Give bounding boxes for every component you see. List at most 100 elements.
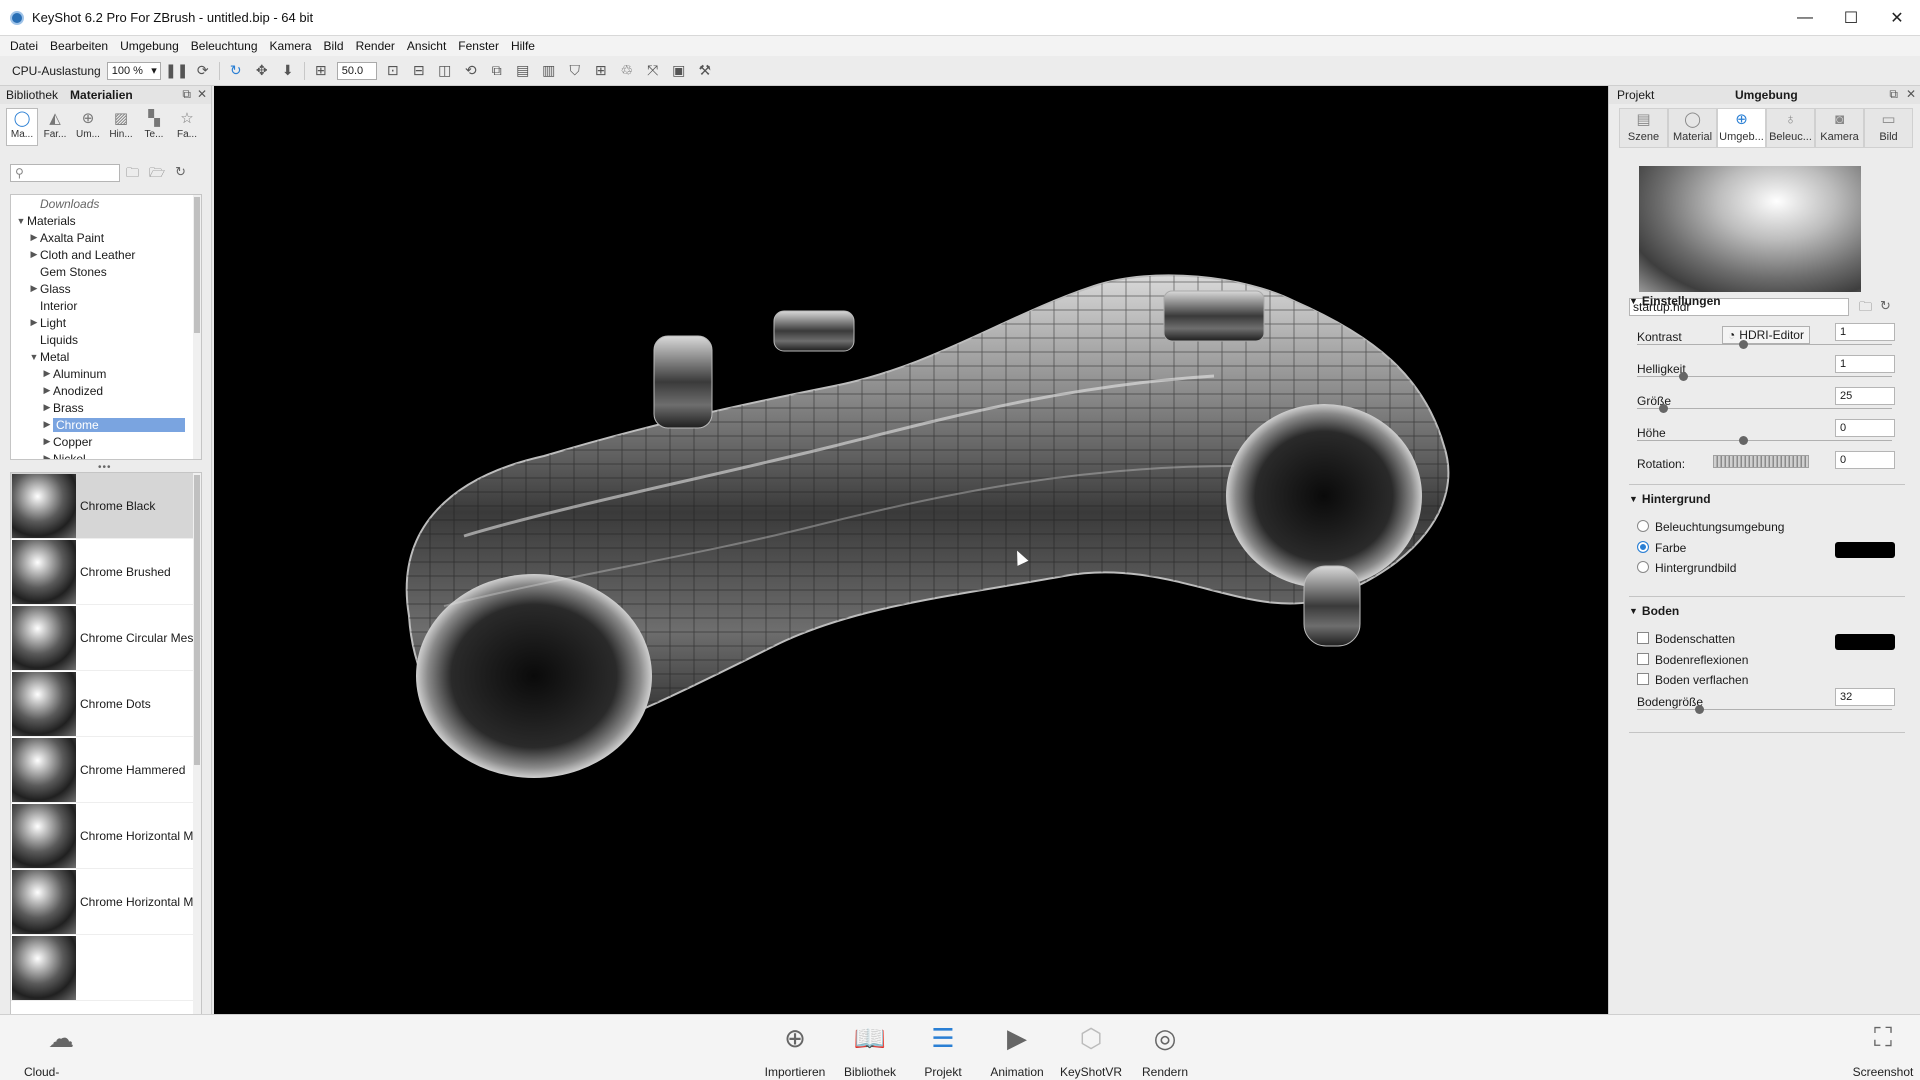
tab-beleuchtung[interactable]: ♁ Beleuc...	[1766, 108, 1815, 148]
boden-verflachen-checkbox[interactable]	[1637, 673, 1649, 685]
pause-icon[interactable]: ❚❚	[165, 61, 188, 81]
radio-farbe[interactable]	[1637, 541, 1649, 553]
hoehe-slider[interactable]	[1637, 440, 1892, 441]
material-item[interactable]: Chrome Horizontal Me	[11, 803, 201, 869]
tree-item[interactable]: ▶ Aluminum	[11, 365, 201, 382]
bodenschatten-checkbox[interactable]	[1637, 632, 1649, 644]
zoom-region-icon[interactable]: ⊡	[383, 61, 403, 81]
helligkeit-input[interactable]: 1	[1835, 355, 1895, 373]
loop-icon[interactable]: ♲	[617, 61, 637, 81]
tree-item[interactable]: ▶ Chrome	[11, 416, 201, 433]
groesse-slider[interactable]	[1637, 408, 1892, 409]
remove-folder-icon[interactable]: 🗁	[149, 164, 165, 186]
reset-icon[interactable]: ↻	[1880, 298, 1891, 320]
menu-fenster[interactable]: Fenster	[452, 39, 505, 53]
console-icon[interactable]: ▣	[669, 61, 689, 81]
tree-scrollbar[interactable]	[193, 195, 201, 459]
tab-material[interactable]: ◯ Material	[1668, 108, 1717, 148]
performance-mode-icon[interactable]: ⟳	[193, 61, 213, 81]
helligkeit-slider-knob[interactable]	[1679, 372, 1688, 381]
undock-icon[interactable]: ⧉	[1889, 87, 1898, 102]
project-button[interactable]: ☰ Projekt	[906, 1021, 980, 1080]
menu-hilfe[interactable]: Hilfe	[505, 39, 541, 53]
material-item[interactable]: Chrome Black	[11, 473, 201, 539]
collapsed-arrow-icon[interactable]: ▶	[41, 419, 53, 430]
bodengroesse-slider[interactable]	[1637, 709, 1892, 710]
kontrast-slider-knob[interactable]	[1739, 340, 1748, 349]
screenshot-button[interactable]: ⛶ Screenshot	[1846, 1021, 1920, 1079]
shield-icon[interactable]: ⛉	[565, 61, 585, 81]
expanded-arrow-icon[interactable]: ▼	[28, 352, 40, 362]
bodengroesse-input[interactable]: 32	[1835, 688, 1895, 706]
collapsed-arrow-icon[interactable]: ▶	[41, 453, 53, 459]
minimize-button[interactable]: —	[1782, 0, 1828, 36]
import-button[interactable]: ⊕ Importieren	[758, 1021, 832, 1080]
material-list-scrollbar[interactable]	[193, 473, 201, 1061]
copy-icon[interactable]: ⧉	[487, 61, 507, 81]
undock-icon[interactable]: ⧉	[182, 87, 191, 102]
move-down-icon[interactable]: ⬇	[278, 61, 298, 81]
cpu-usage-select[interactable]: 100 % ▾	[106, 61, 161, 80]
groesse-input[interactable]: 25	[1835, 387, 1895, 405]
material-item[interactable]: Chrome Hammered	[11, 737, 201, 803]
menu-datei[interactable]: Datei	[4, 39, 44, 53]
close-panel-icon[interactable]: ✕	[197, 87, 207, 102]
menu-beleuchtung[interactable]: Beleuchtung	[185, 39, 264, 53]
tab-bild[interactable]: ▭ Bild	[1864, 108, 1913, 148]
tree-item[interactable]: ▶ Glass	[11, 280, 201, 297]
tree-item[interactable]: ▶ Copper	[11, 433, 201, 450]
close-panel-icon[interactable]: ✕	[1906, 87, 1916, 102]
material-item[interactable]: Chrome Circular Mesh	[11, 605, 201, 671]
groesse-slider-knob[interactable]	[1659, 404, 1668, 413]
menu-umgebung[interactable]: Umgebung	[114, 39, 185, 53]
rotate-icon[interactable]: ⟲	[461, 61, 481, 81]
collapsed-arrow-icon[interactable]: ▶	[28, 317, 40, 328]
material-item[interactable]: Chrome Brushed	[11, 539, 201, 605]
hdri-editor-button[interactable]: ◔ HDRI-Editor	[1722, 326, 1810, 344]
background-color-swatch[interactable]	[1835, 542, 1895, 558]
kontrast-input[interactable]: 1	[1835, 323, 1895, 341]
menu-bearbeiten[interactable]: Bearbeiten	[44, 39, 114, 53]
library-search-input[interactable]: ⚲	[10, 164, 120, 182]
material-item[interactable]: Chrome Dots	[11, 671, 201, 737]
collapsed-arrow-icon[interactable]: ▶	[28, 283, 40, 294]
menu-bild[interactable]: Bild	[318, 39, 350, 53]
collapsed-arrow-icon[interactable]: ▶	[41, 385, 53, 396]
menu-kamera[interactable]: Kamera	[264, 39, 318, 53]
material-item[interactable]	[11, 935, 201, 1001]
refresh-library-icon[interactable]: ↻	[175, 164, 186, 186]
kontrast-slider[interactable]	[1637, 344, 1892, 345]
layers-arrow-icon[interactable]: ▥	[539, 61, 559, 81]
add-folder-icon[interactable]: 🗀	[126, 164, 139, 186]
tree-item[interactable]: ▶ Anodized	[11, 382, 201, 399]
open-folder-icon[interactable]: 🗀	[1859, 298, 1872, 320]
tree-item[interactable]: ▼ Metal	[11, 348, 201, 365]
tab-backgrounds[interactable]: ▨ Hin...	[105, 108, 137, 146]
expanded-arrow-icon[interactable]: ▼	[15, 216, 27, 226]
fit-view-icon[interactable]: ✥	[252, 61, 272, 81]
hoehe-slider-knob[interactable]	[1739, 436, 1748, 445]
tools-icon[interactable]: ⚒	[695, 61, 715, 81]
keyshotvr-button[interactable]: ⬡ KeyShotVR	[1054, 1021, 1128, 1080]
camera-view-icon[interactable]: ◫	[435, 61, 455, 81]
tree-item[interactable]: ▶ Brass	[11, 399, 201, 416]
library-button[interactable]: 📖 Bibliothek	[833, 1021, 907, 1080]
tree-item[interactable]: ▶ Axalta Paint	[11, 229, 201, 246]
tree-item[interactable]: Interior	[11, 297, 201, 314]
render-viewport[interactable]	[214, 86, 1608, 1014]
settings-section-header[interactable]: ▼ Einstellungen	[1629, 294, 1721, 308]
tree-item[interactable]: ▶ Cloth and Leather	[11, 246, 201, 263]
radio-beleuchtungsumgebung[interactable]	[1637, 520, 1649, 532]
close-button[interactable]: ✕	[1874, 0, 1920, 36]
background-section-header[interactable]: ▼ Hintergrund	[1629, 492, 1711, 506]
tab-textures[interactable]: ▚ Te...	[138, 108, 170, 146]
collapsed-arrow-icon[interactable]: ▶	[28, 249, 40, 260]
zoom-select-icon[interactable]: ⊟	[409, 61, 429, 81]
tree-item[interactable]: Liquids	[11, 331, 201, 348]
render-button[interactable]: ◎ Rendern	[1128, 1021, 1202, 1080]
tab-szene[interactable]: ▤ Szene	[1619, 108, 1668, 148]
collapsed-arrow-icon[interactable]: ▶	[28, 232, 40, 243]
layers-icon[interactable]: ▤	[513, 61, 533, 81]
floor-section-header[interactable]: ▼ Boden	[1629, 604, 1679, 618]
tree-item[interactable]: Downloads	[11, 195, 201, 212]
